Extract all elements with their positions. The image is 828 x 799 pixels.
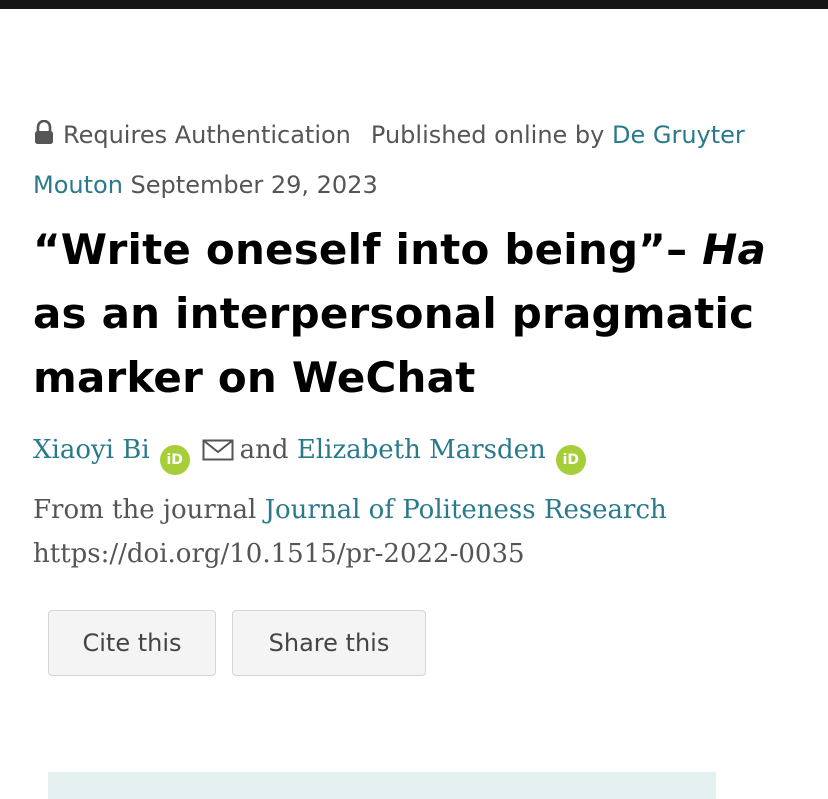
share-button[interactable]: Share this	[232, 610, 426, 676]
published-prefix: Published online by	[370, 121, 605, 149]
article-title: “Write oneself into being”– Ha as an int…	[33, 218, 823, 410]
title-main: “Write oneself into being”–	[33, 225, 703, 274]
journal-link[interactable]: Journal of Politeness Research	[265, 495, 667, 525]
mail-icon[interactable]	[202, 431, 234, 475]
title-rest: as an interpersonal pragmatic marker on …	[33, 289, 755, 402]
doi-link[interactable]: https://doi.org/10.1515/pr-2022-0035	[33, 532, 813, 576]
orcid-icon[interactable]: iD	[555, 445, 586, 475]
cite-button[interactable]: Cite this	[48, 610, 216, 676]
journal-prefix: From the journal	[33, 495, 257, 525]
author-link-2[interactable]: Elizabeth Marsden	[297, 435, 546, 465]
publish-date: September 29, 2023	[130, 171, 378, 199]
content-panel	[48, 772, 716, 799]
title-italic: Ha	[702, 225, 766, 274]
top-status-bar	[0, 0, 828, 9]
access-info: Requires Authentication Published online …	[33, 112, 803, 209]
author-connector: and	[239, 435, 289, 465]
author-link-1[interactable]: Xiaoyi Bi	[33, 435, 150, 465]
access-status: Requires Authentication	[63, 121, 351, 149]
orcid-icon[interactable]: iD	[159, 445, 190, 475]
author-list: Xiaoyi Bi iD and Elizabeth Marsden iD	[33, 428, 813, 475]
lock-icon	[33, 115, 55, 162]
journal-info: From the journal Journal of Politeness R…	[33, 488, 813, 532]
